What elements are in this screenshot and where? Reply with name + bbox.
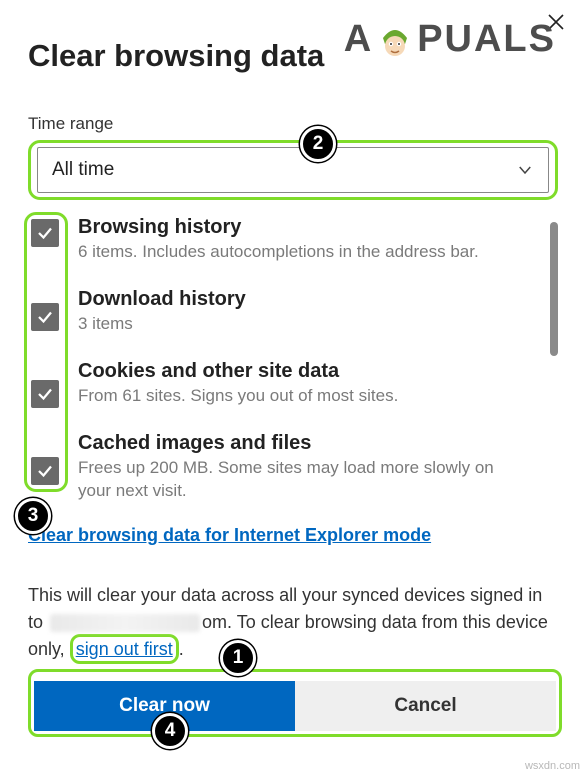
option-desc: Frees up 200 MB. Some sites may load mor… xyxy=(78,457,528,503)
option-title: Cached images and files xyxy=(78,432,528,455)
checkbox-cookies[interactable] xyxy=(31,380,59,408)
appuals-logo: A PUALS xyxy=(344,18,556,61)
annotation-highlight-2: All time xyxy=(28,140,558,200)
time-range-value: All time xyxy=(52,159,114,181)
logo-text-puals: PUALS xyxy=(417,18,556,61)
cancel-button[interactable]: Cancel xyxy=(295,681,556,731)
checkmark-icon xyxy=(36,224,54,242)
annotation-badge-1: 1 xyxy=(220,640,256,676)
option-desc: From 61 sites. Signs you out of most sit… xyxy=(78,385,528,408)
annotation-badge-3: 3 xyxy=(15,498,51,534)
option-title: Cookies and other site data xyxy=(78,360,528,383)
data-types-list: 3 Browsing history 6 items. Includes aut… xyxy=(28,216,558,503)
sign-out-link[interactable]: sign out first xyxy=(76,639,173,659)
watermark-text: wsxdn.com xyxy=(525,760,580,772)
checkbox-cached-files[interactable] xyxy=(31,457,59,485)
annotation-badge-2: 2 xyxy=(300,126,336,162)
logo-mascot-icon xyxy=(375,20,415,60)
option-cached-files: Cached images and files Frees up 200 MB.… xyxy=(78,432,528,503)
logo-letter-a: A xyxy=(344,18,373,61)
chevron-down-icon xyxy=(516,161,534,179)
option-desc: 3 items xyxy=(78,313,528,336)
time-range-select[interactable]: All time xyxy=(37,147,549,193)
clear-ie-data-link[interactable]: Clear browsing data for Internet Explore… xyxy=(28,525,431,546)
checkmark-icon xyxy=(36,308,54,326)
checkbox-browsing-history[interactable] xyxy=(31,219,59,247)
option-cookies: Cookies and other site data From 61 site… xyxy=(78,360,528,408)
option-desc: 6 items. Includes autocompletions in the… xyxy=(78,241,528,264)
clear-browsing-data-dialog: A PUALS Clear browsing data Time range A… xyxy=(0,0,586,737)
option-browsing-history: Browsing history 6 items. Includes autoc… xyxy=(78,216,528,264)
annotation-highlight-1: sign out first xyxy=(70,634,179,664)
sync-info-text: This will clear your data across all you… xyxy=(28,582,558,663)
redacted-email xyxy=(50,614,200,632)
time-range-label: Time range xyxy=(28,114,558,134)
annotation-badge-4: 4 xyxy=(152,713,188,749)
checkmark-icon xyxy=(36,462,54,480)
annotation-highlight-3 xyxy=(24,212,68,492)
checkbox-download-history[interactable] xyxy=(31,303,59,331)
option-title: Browsing history xyxy=(78,216,528,239)
checkmark-icon xyxy=(36,385,54,403)
option-title: Download history xyxy=(78,288,528,311)
option-download-history: Download history 3 items xyxy=(78,288,528,336)
annotation-highlight-4: Clear now Cancel xyxy=(28,669,562,737)
scrollbar-thumb[interactable] xyxy=(550,222,558,356)
